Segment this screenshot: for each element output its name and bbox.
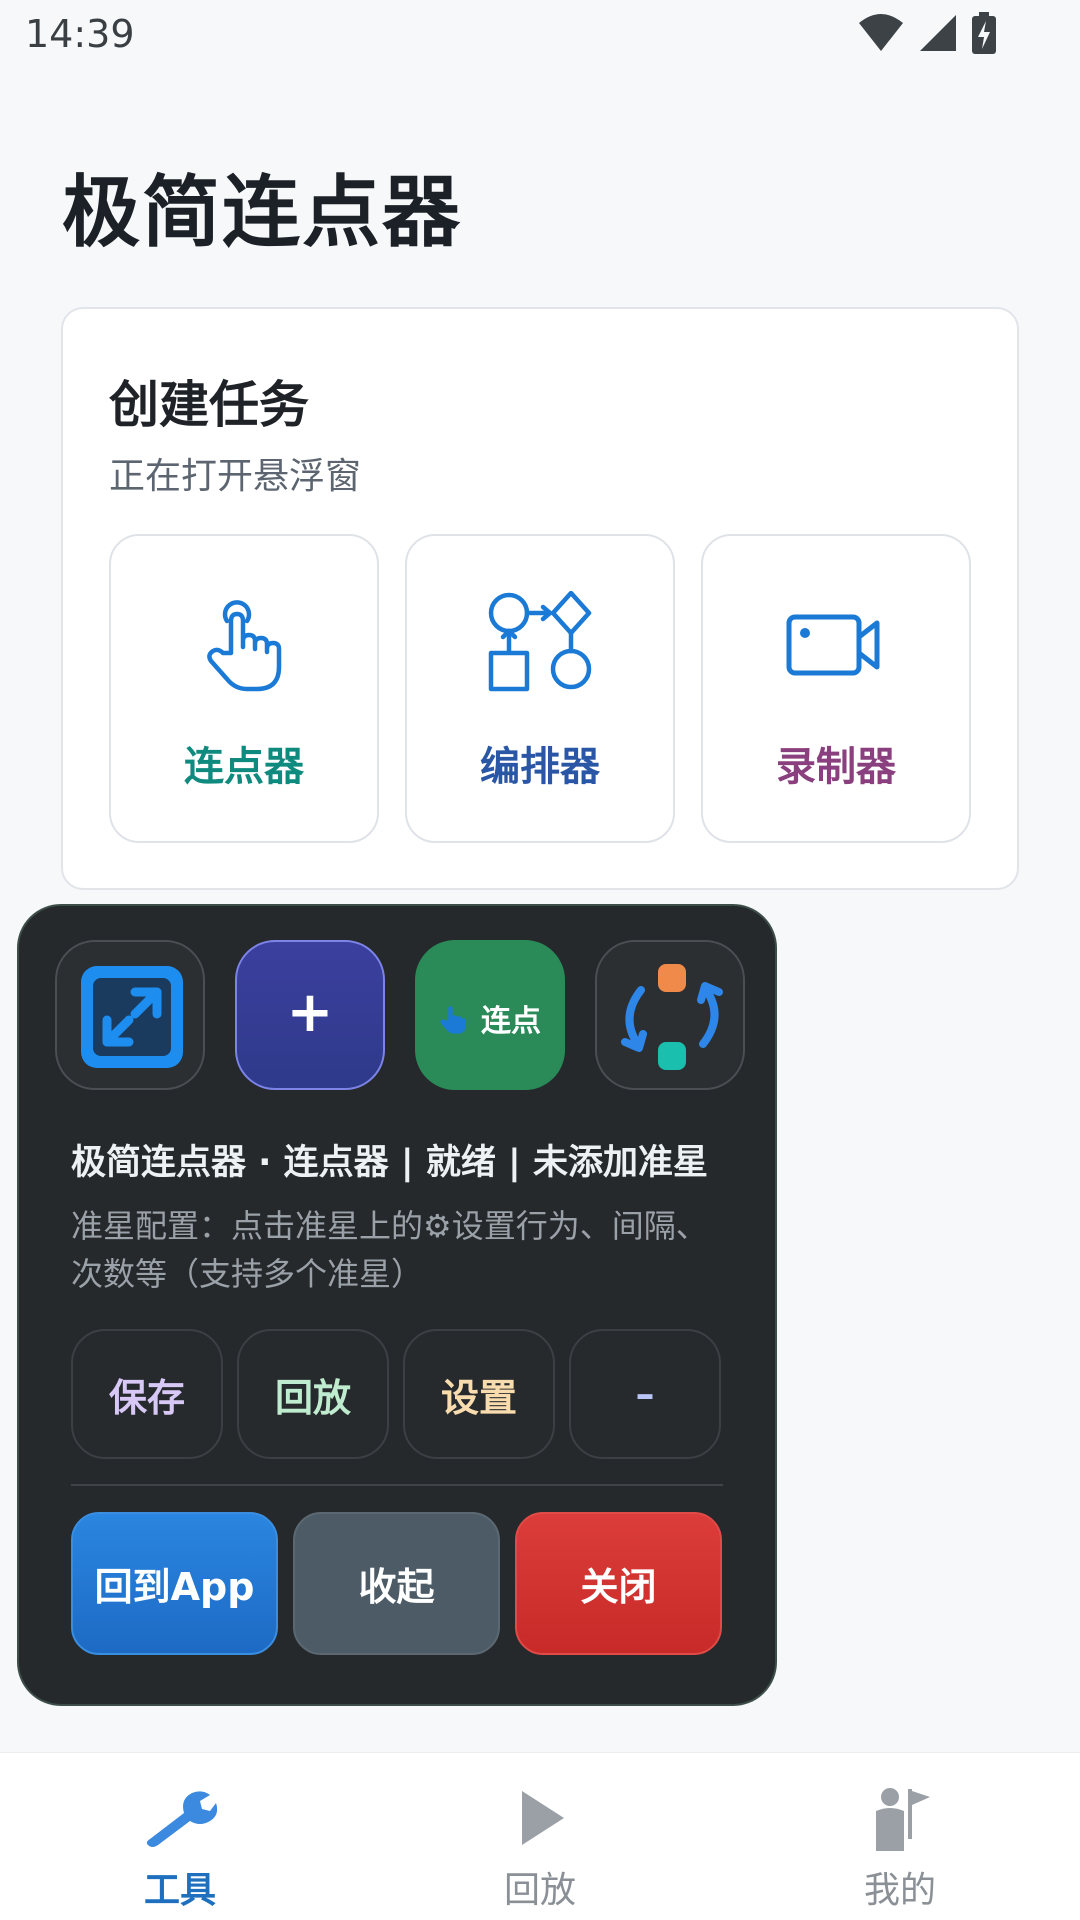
- plus-icon: +: [286, 980, 334, 1045]
- status-icons: [858, 12, 996, 54]
- settings-button[interactable]: 设置: [403, 1329, 555, 1459]
- save-button[interactable]: 保存: [71, 1329, 223, 1459]
- tap-hand-icon: [207, 600, 282, 692]
- add-crosshair-button[interactable]: +: [235, 940, 385, 1090]
- card-title: 创建任务: [109, 376, 309, 434]
- nav-label-replay: 回放: [503, 1870, 576, 1911]
- nav-label-mine: 我的: [863, 1870, 936, 1911]
- mode-tile-recorder[interactable]: 录制器: [701, 534, 971, 843]
- panel-divider: [71, 1484, 723, 1486]
- sync-icon: [621, 964, 723, 1070]
- video-camera-icon: [786, 614, 880, 676]
- nav-label-tools: 工具: [143, 1870, 216, 1911]
- clicker-mode-button[interactable]: 连点: [415, 940, 565, 1090]
- mode-label-recorder: 录制器: [776, 744, 896, 790]
- back-to-app-button[interactable]: 回到App: [71, 1512, 278, 1655]
- app-title: 极简连点器: [62, 168, 463, 258]
- panel-hint: 准星配置：点击准星上的⚙设置行为、间隔、次数等（支持多个准星）: [71, 1207, 708, 1293]
- status-bar: 14:39: [0, 0, 1080, 70]
- collapse-button[interactable]: 收起: [293, 1512, 500, 1655]
- nav-item-mine[interactable]: 我的: [800, 1753, 1000, 1920]
- mode-label-orchestrator: 编排器: [480, 744, 600, 790]
- resize-icon: [81, 966, 183, 1068]
- sync-button[interactable]: [595, 940, 745, 1090]
- signal-icon: [920, 15, 956, 51]
- flowchart-icon: [488, 591, 592, 692]
- clicker-mode-label: 连点: [481, 1004, 541, 1039]
- battery-charging-icon: [972, 12, 996, 54]
- wifi-icon: [859, 14, 903, 51]
- close-button[interactable]: 关闭: [515, 1512, 722, 1655]
- replay-button[interactable]: 回放: [237, 1329, 389, 1459]
- card-subtitle: 正在打开悬浮窗: [109, 456, 362, 497]
- resize-button[interactable]: [55, 940, 205, 1090]
- floating-panel: + 连点 极简连点器 · 连点器 | 就绪 | 未添加准星 准星配置：点击准星上…: [17, 904, 777, 1706]
- play-icon: [522, 1791, 564, 1845]
- mode-label-clicker: 连点器: [184, 744, 304, 790]
- mode-tile-clicker[interactable]: 连点器: [109, 534, 379, 843]
- panel-status-line: 极简连点器 · 连点器 | 就绪 | 未添加准星: [71, 1143, 708, 1183]
- wrench-icon: [146, 1791, 218, 1847]
- mode-tile-orchestrator[interactable]: 编排器: [405, 534, 675, 843]
- minimize-button[interactable]: –: [569, 1329, 721, 1459]
- nav-item-tools[interactable]: 工具: [80, 1753, 280, 1920]
- person-flag-icon: [876, 1788, 930, 1851]
- status-time: 14:39: [25, 12, 135, 56]
- create-task-card: 创建任务 正在打开悬浮窗 连点器 编排器 录制器: [61, 307, 1019, 890]
- nav-item-replay[interactable]: 回放: [440, 1753, 640, 1920]
- bottom-nav: 工具 回放 我的: [0, 1752, 1080, 1920]
- tap-hand-icon: [440, 1006, 466, 1034]
